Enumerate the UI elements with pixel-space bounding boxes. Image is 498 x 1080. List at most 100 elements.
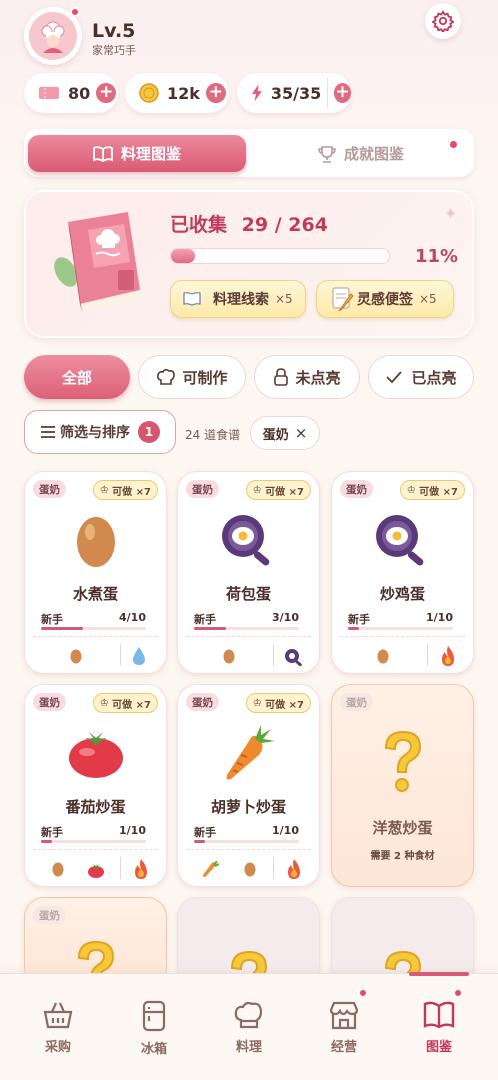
chef-avatar-icon	[29, 12, 77, 60]
recipe-card[interactable]: 蛋奶 ♔ 可做 ×7 荷包蛋 新手 3/10	[177, 471, 320, 674]
craftable-badge: ♔ 可做 ×7	[399, 480, 465, 500]
recipe-card[interactable]: 蛋奶 ♔ 可做 ×7 胡萝卜炒蛋 新手 1/10	[177, 684, 320, 887]
nav-label: 图鉴	[425, 1040, 452, 1055]
chef-hat-small-icon: ♔	[406, 484, 420, 496]
collection-percent: 11%	[415, 246, 459, 267]
divider	[327, 78, 329, 108]
filter-craftable[interactable]: 可制作	[138, 355, 246, 399]
sparkle-icon: ✦	[444, 204, 458, 223]
craftable-badge: ♔ 可做 ×7	[92, 480, 158, 500]
recipe-clue-chip[interactable]: 料理线索 ×5	[170, 280, 306, 318]
fire-icon	[440, 645, 456, 671]
open-book-icon	[93, 145, 113, 162]
dashed-divider	[340, 636, 465, 637]
nav-label: 冰箱	[140, 1042, 167, 1057]
recipe-card[interactable]: 蛋奶 ♔ 可做 ×7 番茄炒蛋 新手 1/10	[24, 684, 167, 887]
recipe-progress-fill	[41, 840, 52, 843]
nav-label: 经营	[330, 1040, 357, 1055]
tab-achievements[interactable]: 成就图鉴	[252, 135, 470, 172]
craftable-text: 可做 ×7	[112, 486, 151, 498]
coin-counter[interactable]: 12k +	[125, 73, 229, 113]
fried-egg-pan-icon	[178, 508, 319, 572]
carrot-egg-icon	[178, 721, 319, 785]
collection-label: 已收集	[170, 214, 228, 236]
question-mark-icon	[332, 730, 473, 795]
recipe-name: 胡萝卜炒蛋	[210, 798, 286, 816]
collection-progress: 29 / 264	[241, 214, 328, 236]
note-label: 灵感便签	[357, 292, 413, 308]
add-ticket-button[interactable]: +	[96, 83, 117, 103]
recipe-name: 水煮蛋	[72, 585, 118, 603]
filter-unlit-label: 未点亮	[295, 368, 341, 387]
scrambled-egg-pan-icon	[332, 508, 473, 572]
filter-all[interactable]: 全部	[24, 355, 130, 399]
recipe-level: 新手	[41, 826, 63, 839]
recipe-card[interactable]: 蛋奶 ♔ 可做 ×7 炒鸡蛋 新手 1/10	[331, 471, 474, 674]
fire-icon	[133, 858, 149, 884]
recipe-progress: 4/10	[119, 611, 146, 624]
recipe-level: 新手	[194, 826, 216, 839]
note-count: ×5	[419, 292, 437, 306]
filter-unlit[interactable]: 未点亮	[254, 355, 360, 399]
ingredient-requirement: 需要 2 种食材	[370, 851, 435, 862]
divider	[120, 644, 121, 666]
craftable-text: 可做 ×7	[265, 699, 304, 711]
avatar[interactable]	[24, 7, 82, 65]
ticket-counter[interactable]: 80 +	[24, 73, 118, 113]
nav-cooking[interactable]: 料理	[209, 1000, 289, 1055]
filter-count-badge: 1	[138, 421, 160, 443]
basket-icon	[43, 1002, 73, 1029]
settings-button[interactable]	[425, 3, 461, 39]
nav-fridge[interactable]: 冰箱	[114, 1000, 194, 1057]
nav-shopping[interactable]: 采购	[18, 1000, 98, 1055]
locked-recipe-card[interactable]: 蛋奶 洋葱炒蛋 需要 2 种食材	[331, 684, 474, 887]
nav-label: 料理	[235, 1040, 262, 1055]
sort-label: 筛选与排序	[60, 425, 130, 441]
craftable-text: 可做 ×7	[112, 699, 151, 711]
recipe-progress-fill	[41, 627, 83, 630]
add-energy-button[interactable]: +	[334, 83, 351, 103]
menu-icon	[41, 426, 55, 438]
recipe-progress-bar	[194, 627, 299, 630]
divider	[427, 644, 428, 666]
egg-icon	[70, 648, 82, 668]
category-tag: 蛋奶	[186, 693, 219, 711]
carrot-icon	[203, 860, 220, 881]
energy-value: 35/35	[270, 83, 322, 103]
nav-label: 采购	[44, 1040, 71, 1055]
recipe-name: 荷包蛋	[225, 585, 271, 603]
add-coin-button[interactable]: +	[205, 83, 226, 103]
collection-progress-bar	[170, 248, 390, 264]
category-tag: 蛋奶	[186, 480, 219, 498]
tab-recipes[interactable]: 料理图鉴	[28, 135, 246, 172]
ticket-icon	[39, 87, 59, 99]
collection-summary: 已收集 29 / 264	[170, 210, 328, 237]
book-icon	[183, 292, 201, 306]
filter-lit[interactable]: 已点亮	[368, 355, 474, 399]
filter-sort-button[interactable]: 筛选与排序 1	[24, 410, 176, 454]
clue-count: ×5	[275, 292, 293, 306]
recipe-name: 炒鸡蛋	[379, 585, 425, 603]
clue-label: 料理线索	[213, 292, 269, 308]
coin-icon	[139, 83, 159, 103]
divider	[273, 857, 274, 879]
inspiration-note-chip[interactable]: 灵感便签 ×5	[316, 280, 454, 318]
recipe-progress: 3/10	[272, 611, 299, 624]
recipe-count: 24 道食谱	[185, 428, 241, 442]
close-icon[interactable]: ×	[295, 424, 308, 442]
craftable-text: 可做 ×7	[265, 486, 304, 498]
recipe-card[interactable]: 蛋奶 ♔ 可做 ×7 水煮蛋 新手 4/10	[24, 471, 167, 674]
egg-icon	[244, 861, 256, 881]
nav-business[interactable]: 经营	[304, 988, 384, 1055]
nav-collection[interactable]: 图鉴	[399, 988, 479, 1055]
notification-dot	[453, 988, 463, 998]
energy-counter[interactable]: 35/35 +	[237, 73, 351, 113]
recipe-level: 新手	[348, 613, 370, 626]
divider	[273, 644, 274, 666]
category-tag: 蛋奶	[340, 480, 373, 498]
fire-icon	[286, 858, 302, 884]
craftable-badge: ♔ 可做 ×7	[245, 480, 311, 500]
active-tag-chip[interactable]: 蛋奶 ×	[250, 416, 320, 450]
category-tag: 蛋奶	[33, 480, 66, 498]
recipe-name: 番茄炒蛋	[65, 798, 126, 816]
